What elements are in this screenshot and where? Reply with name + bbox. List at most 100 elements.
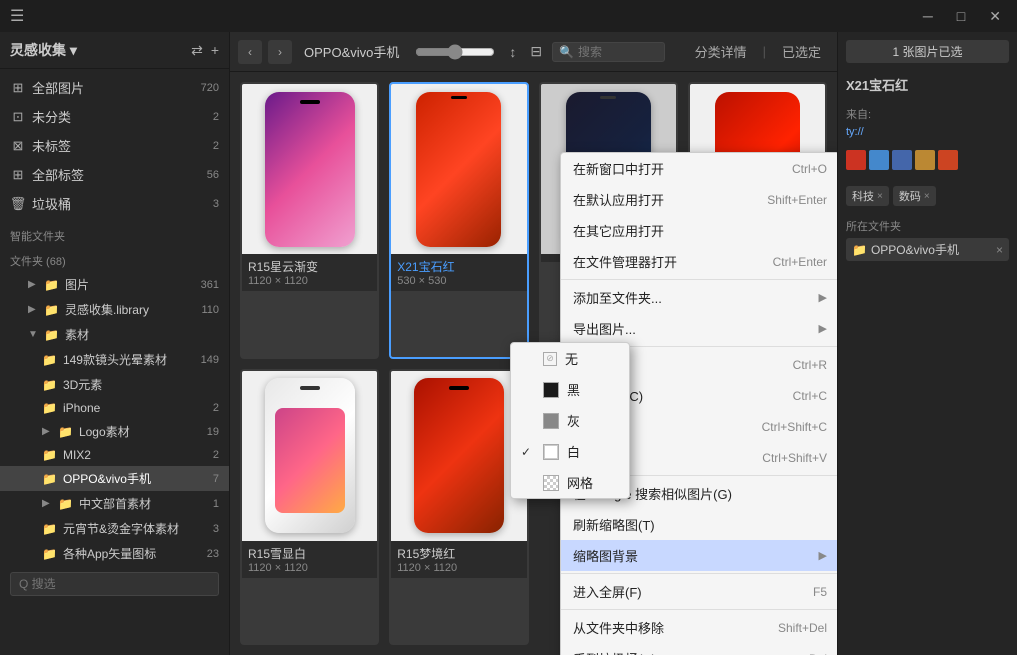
search-icon: 🔍 <box>559 45 574 59</box>
sidebar-all-tags-label: 全部标签 <box>32 165 201 184</box>
zoom-slider[interactable] <box>415 44 495 60</box>
sidebar-item-all-tags[interactable]: ⊞ 全部标签 56 <box>0 160 229 189</box>
cm-open-file-manager[interactable]: 在文件管理器打开 Ctrl+Enter <box>561 246 837 277</box>
sm-item-grid[interactable]: 网格 <box>511 467 629 498</box>
rp-tag-tech-close[interactable]: × <box>877 191 883 202</box>
sidebar-main-section: ⊞ 全部图片 720 ⊡ 未分类 2 ⊠ 未标签 2 ⊞ 全部标签 56 🗑 <box>0 69 229 222</box>
rp-tags-list: 科技 × 数码 × <box>846 186 1009 206</box>
untagged-icon: ⊠ <box>10 138 26 154</box>
cm-separator-5 <box>561 609 837 610</box>
folder-icon-chinese: 📁 <box>58 497 73 511</box>
grid-item-name-r15-red2: R15梦境红 <box>397 545 520 562</box>
sidebar-tree-item-iphone[interactable]: 📁 iPhone 2 <box>0 397 229 419</box>
color-swatch-red[interactable] <box>846 150 866 170</box>
search-box: 🔍 <box>552 42 665 62</box>
rp-folder-value[interactable]: 📁 OPPO&vivo手机 × <box>846 238 1009 261</box>
sidebar-tree-item-mix2[interactable]: 📁 MIX2 2 <box>0 444 229 466</box>
sidebar-header-icons: ⇄ + <box>191 42 219 59</box>
sidebar-tree-item-oppo[interactable]: 📁 OPPO&vivo手机 7 <box>0 466 229 491</box>
sidebar-unclassified-count: 2 <box>213 111 219 123</box>
titlebar-right: ─ □ ✕ <box>917 6 1007 27</box>
cm-refresh-thumbnail[interactable]: 刷新缩略图(T) <box>561 509 837 540</box>
folder-icon-library: 📁 <box>44 303 59 317</box>
close-button[interactable]: ✕ <box>983 6 1007 27</box>
sort-button[interactable]: ↕ <box>505 44 520 60</box>
sidebar-search-input[interactable] <box>10 572 219 596</box>
cm-thumbnail-bg[interactable]: 缩略图背景 ▶ <box>561 540 837 571</box>
sidebar-tree-item-3d[interactable]: 📁 3D元素 <box>0 372 229 397</box>
sidebar-item-trash[interactable]: 🗑 垃圾桶 3 <box>0 189 229 218</box>
sidebar-item-unclassified[interactable]: ⊡ 未分类 2 <box>0 102 229 131</box>
add-icon[interactable]: + <box>211 42 219 59</box>
phone-r15-white-shape <box>265 378 355 533</box>
grid-item-r15-blue[interactable]: R15星云渐变 1120 × 1120 <box>240 82 379 359</box>
rp-name-section: X21宝石红 <box>846 75 1009 94</box>
folder-icon-app-icons: 📁 <box>42 547 57 561</box>
grid-item-info-r15-white: R15雪显白 1120 × 1120 <box>242 541 377 578</box>
sidebar-tree-item-chinese[interactable]: ▶ 📁 中文部首素材 1 <box>0 491 229 516</box>
maximize-button[interactable]: □ <box>951 6 971 26</box>
folder-icon-oppo: 📁 <box>42 472 57 486</box>
cm-open-default-app[interactable]: 在默认应用打开 Shift+Enter <box>561 184 837 215</box>
rp-tag-tech[interactable]: 科技 × <box>846 186 889 206</box>
cm-open-other-app[interactable]: 在其它应用打开 <box>561 215 837 246</box>
sm-item-gray[interactable]: 灰 <box>511 405 629 436</box>
cm-remove-from-folder[interactable]: 从文件夹中移除 Shift+Del <box>561 612 837 643</box>
trash-icon: 🗑 <box>10 196 26 212</box>
sidebar-tree-item-material[interactable]: ▼ 📁 素材 <box>0 322 229 347</box>
grid-item-size-x21-red: 530 × 530 <box>397 275 520 287</box>
sidebar-trash-count: 3 <box>213 198 219 210</box>
color-swatch-blue[interactable] <box>869 150 889 170</box>
color-swatch-orange[interactable] <box>915 150 935 170</box>
titlebar: ☰ ─ □ ✕ <box>0 0 1017 32</box>
minimize-button[interactable]: ─ <box>917 6 939 26</box>
main-layout: 灵感收集 ▾ ⇄ + ⊞ 全部图片 720 ⊡ 未分类 2 ⊠ 未标签 2 <box>0 32 1017 655</box>
grid-item-r15-red2[interactable]: R15梦境红 1120 × 1120 <box>389 369 528 646</box>
menu-icon[interactable]: ☰ <box>10 6 24 26</box>
cm-fullscreen[interactable]: 进入全屏(F) F5 <box>561 576 837 607</box>
sidebar-title[interactable]: 灵感收集 ▾ <box>10 40 77 60</box>
filter-button[interactable]: ⊟ <box>526 43 546 60</box>
rp-url-section: 来自: ty:// <box>846 106 1009 138</box>
sync-icon[interactable]: ⇄ <box>191 42 203 59</box>
sidebar-item-all-images[interactable]: ⊞ 全部图片 720 <box>0 73 229 102</box>
content-area: ‹ › OPPO&vivo手机 ↕ ⊟ 🔍 分类详情 | 已选定 <box>230 32 837 655</box>
rp-tag-digital-close[interactable]: × <box>924 191 930 202</box>
sm-item-black[interactable]: 黑 <box>511 374 629 405</box>
sidebar-tree-item-app-icons[interactable]: 📁 各种App矢量图标 23 <box>0 541 229 566</box>
sm-item-none[interactable]: ⊘ 无 <box>511 343 629 374</box>
unclassified-icon: ⊡ <box>10 109 26 125</box>
nav-prev-button[interactable]: ‹ <box>238 40 262 64</box>
grid-item-r15-white[interactable]: R15雪显白 1120 × 1120 <box>240 369 379 646</box>
none-icon: ⊘ <box>543 352 557 366</box>
cm-trash[interactable]: 丢到垃圾桶(D) Del <box>561 643 837 655</box>
submenu-thumbnail-bg: ⊘ 无 黑 灰 ✓ 白 <box>510 342 630 499</box>
rp-folder-close[interactable]: × <box>996 243 1003 257</box>
cm-open-new-window[interactable]: 在新窗口中打开 Ctrl+O <box>561 153 837 184</box>
sidebar-all-tags-count: 56 <box>207 169 219 181</box>
sidebar-tree-item-lantern[interactable]: 📁 元宵节&烫金字体素材 3 <box>0 516 229 541</box>
classify-detail-button[interactable]: 分类详情 <box>687 40 755 63</box>
cm-add-to-folder[interactable]: 添加至文件夹... ▶ <box>561 282 837 313</box>
rp-url-value: ty:// <box>846 126 1009 138</box>
sidebar-tree-item-library[interactable]: ▶ 📁 灵感收集.library 110 <box>0 297 229 322</box>
selected-button[interactable]: 已选定 <box>774 40 829 63</box>
search-input[interactable] <box>578 45 658 59</box>
rp-tag-digital[interactable]: 数码 × <box>893 186 936 206</box>
sidebar-tree-item-lens[interactable]: 📁 149款镜头光晕素材 149 <box>0 347 229 372</box>
grid-item-x21-red[interactable]: X21宝石红 530 × 530 <box>389 82 528 359</box>
grid-item-size-r15-blue: 1120 × 1120 <box>248 275 371 287</box>
sidebar-tree-item-images[interactable]: ▶ 📁 图片 361 <box>0 272 229 297</box>
grid-item-size-r15-white: 1120 × 1120 <box>248 562 371 574</box>
cm-arrow-folder: ▶ <box>819 291 827 304</box>
color-swatch-darkred[interactable] <box>938 150 958 170</box>
nav-next-button[interactable]: › <box>268 40 292 64</box>
sm-item-white[interactable]: ✓ 白 <box>511 436 629 467</box>
sidebar-item-untagged[interactable]: ⊠ 未标签 2 <box>0 131 229 160</box>
grid-item-img-x21-red <box>391 84 526 254</box>
grid-item-img-r15-red2 <box>391 371 526 541</box>
cm-export-image[interactable]: 导出图片... ▶ <box>561 313 837 344</box>
all-images-icon: ⊞ <box>10 80 26 96</box>
color-swatch-navy[interactable] <box>892 150 912 170</box>
sidebar-tree-item-logo[interactable]: ▶ 📁 Logo素材 19 <box>0 419 229 444</box>
